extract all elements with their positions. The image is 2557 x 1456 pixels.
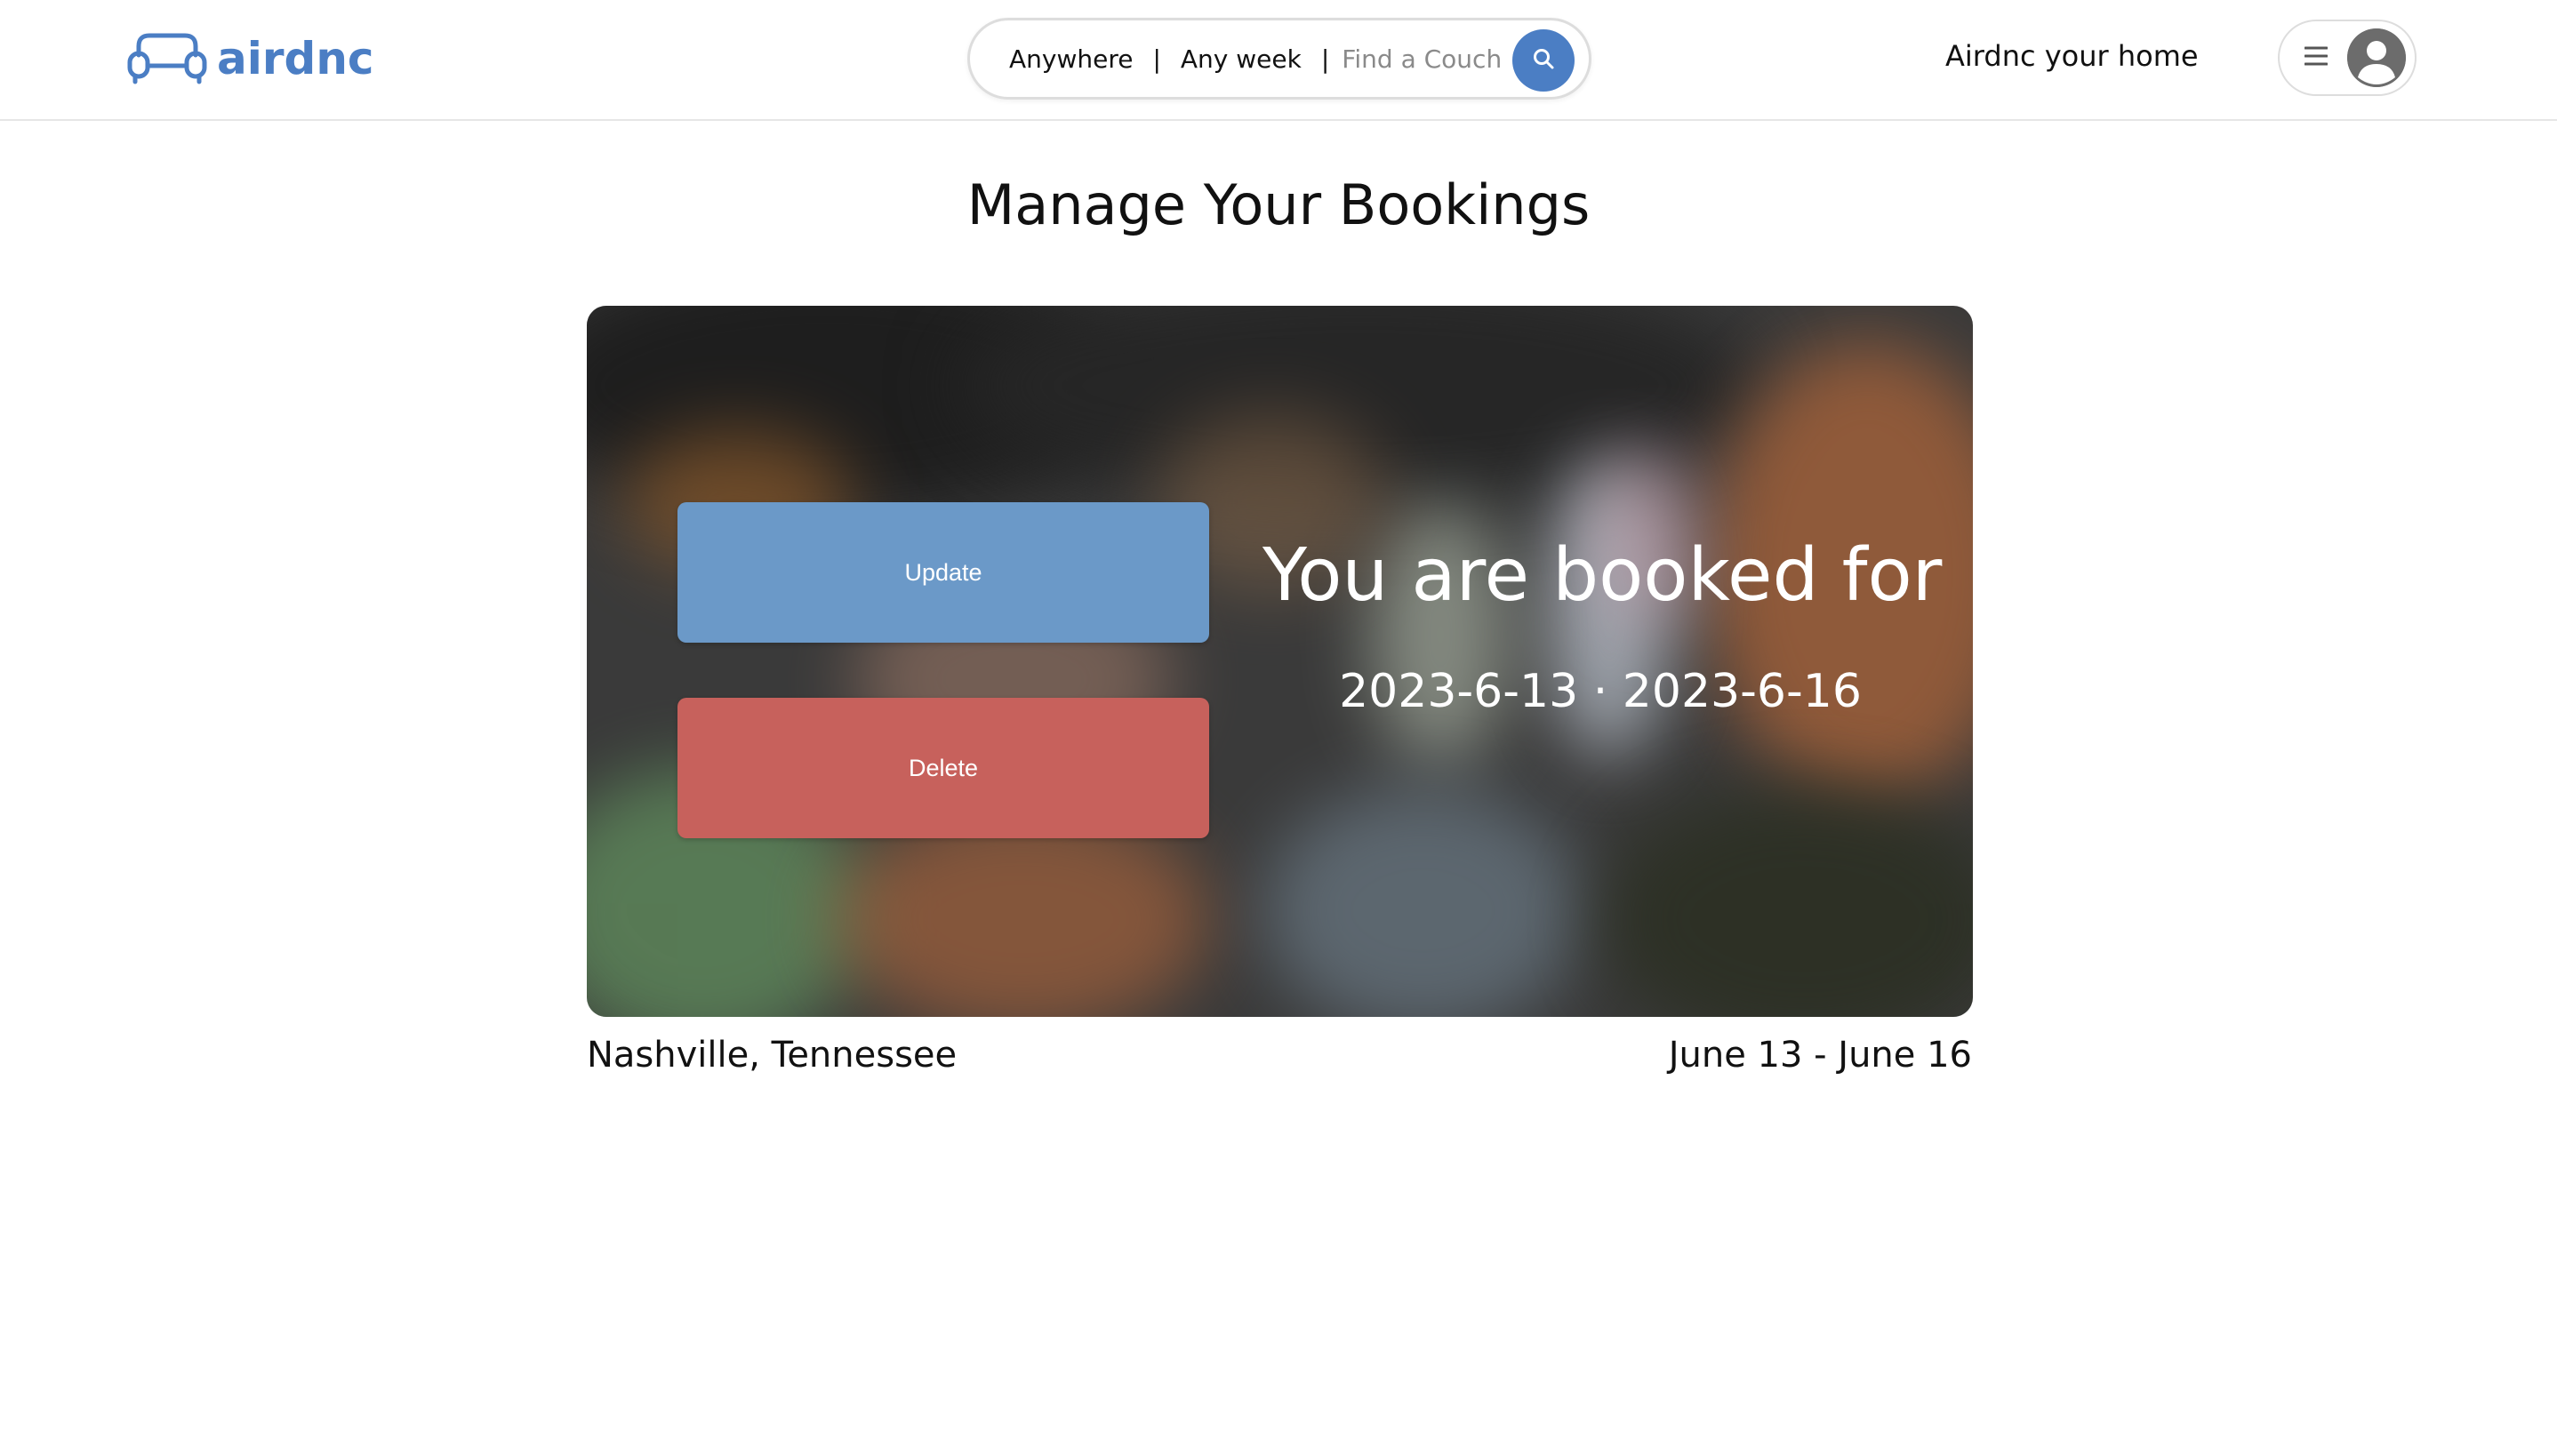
user-menu-button[interactable]	[2278, 20, 2417, 96]
airdnc-your-home-link[interactable]: Airdnc your home	[1945, 39, 2199, 73]
find-couch-input[interactable]	[1342, 44, 1520, 74]
search-separator: |	[1320, 44, 1330, 74]
home-logo-link[interactable]: airdnc	[126, 30, 374, 87]
hamburger-menu-icon	[2304, 45, 2329, 70]
update-booking-button[interactable]: Update	[677, 502, 1209, 643]
top-navbar: airdnc Anywhere | Any week | Airdnc your…	[0, 0, 2557, 121]
booked-date-range: 2023-6-13 · 2023-6-16	[1339, 665, 1862, 718]
search-button[interactable]	[1512, 29, 1575, 92]
booking-location: Nashville, Tennessee	[587, 1035, 958, 1076]
booked-headline: You are booked for	[1262, 533, 1943, 618]
search-icon	[1532, 47, 1555, 74]
booking-card: Update Delete You are booked for 2023-6-…	[587, 306, 1973, 1017]
user-avatar-icon	[2347, 28, 2406, 87]
blurred-listing-photo	[587, 306, 1973, 1017]
page: airdnc Anywhere | Any week | Airdnc your…	[0, 0, 2557, 1456]
logo-text: airdnc	[217, 33, 374, 84]
couch-icon	[126, 30, 208, 87]
page-title: Manage Your Bookings	[966, 172, 1591, 237]
search-bar: Anywhere | Any week |	[967, 18, 1591, 100]
booking-dates: June 13 - June 16	[1668, 1035, 1972, 1076]
search-separator: |	[1152, 44, 1161, 74]
anywhere-filter[interactable]: Anywhere	[1009, 44, 1133, 74]
delete-booking-button[interactable]: Delete	[677, 698, 1209, 838]
any-week-filter[interactable]: Any week	[1181, 44, 1302, 74]
